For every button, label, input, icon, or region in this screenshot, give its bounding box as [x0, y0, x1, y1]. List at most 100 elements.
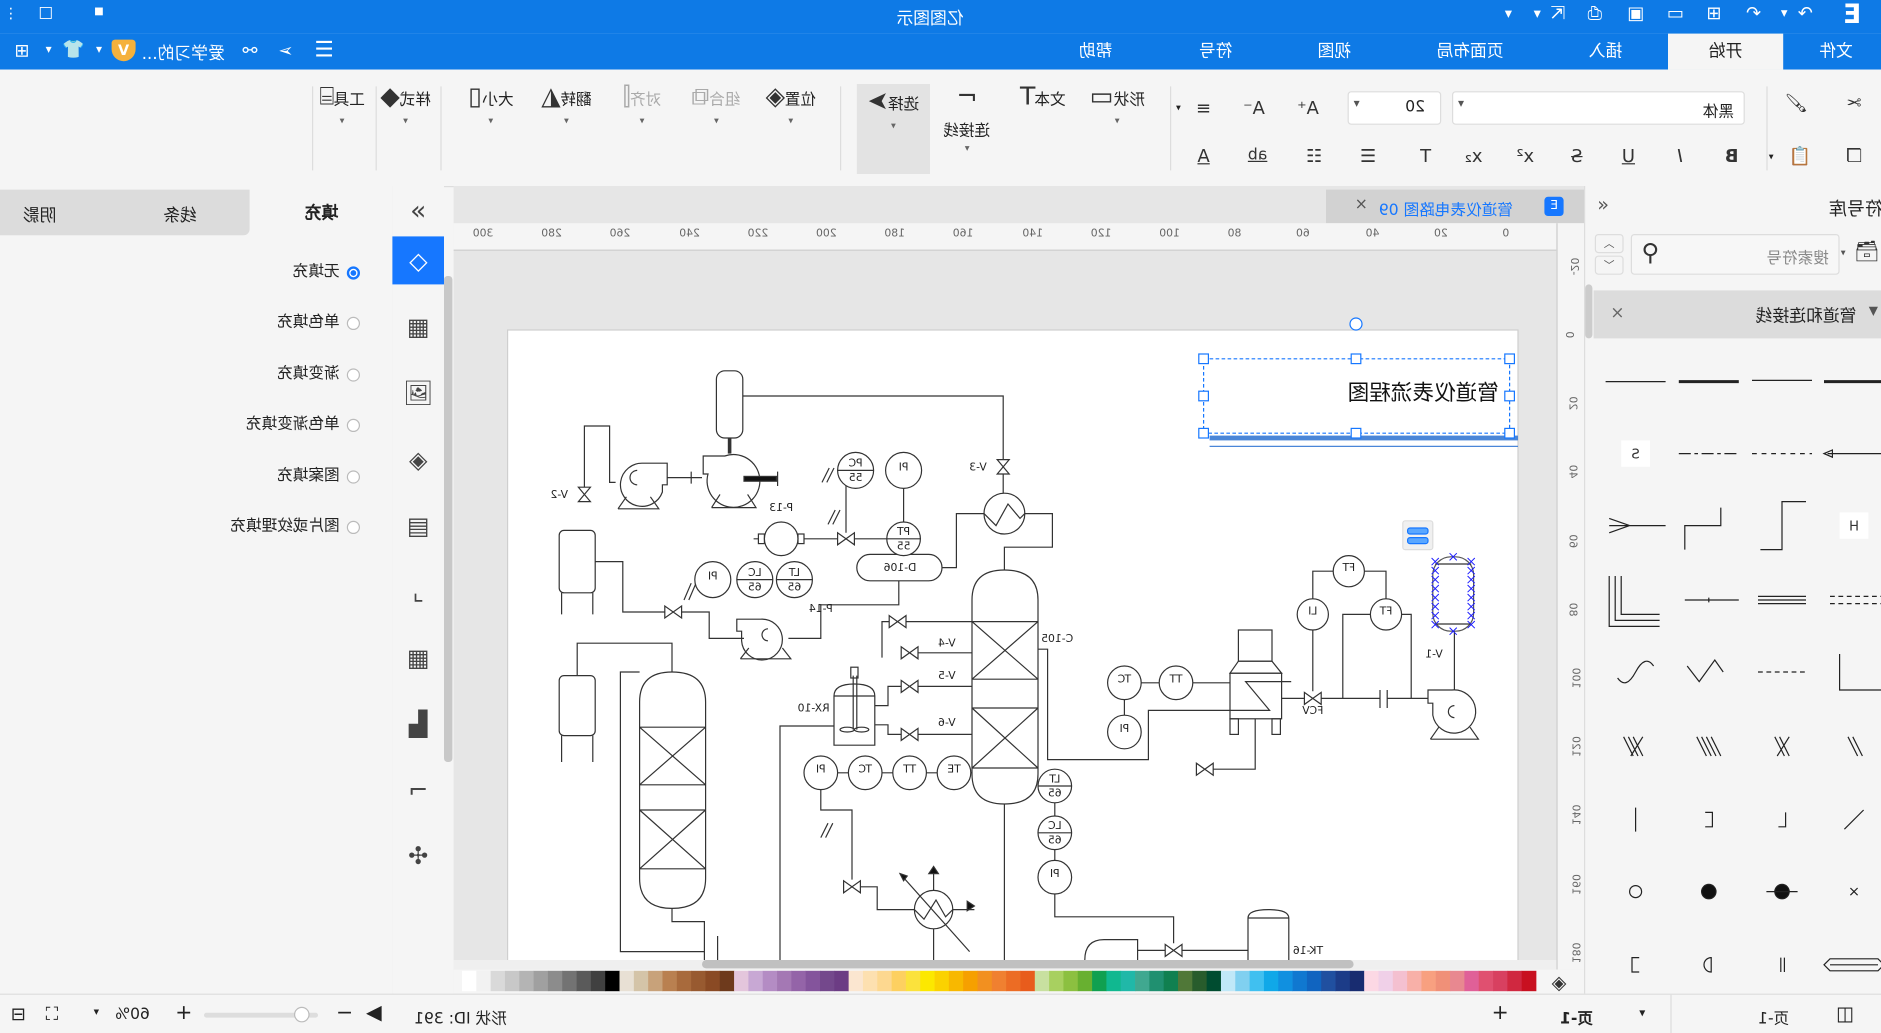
color-swatch[interactable] — [1464, 970, 1480, 992]
color-swatch[interactable] — [533, 970, 549, 992]
color-swatch[interactable] — [963, 970, 978, 992]
color-swatch[interactable] — [1421, 970, 1437, 992]
resize-handle[interactable] — [1350, 427, 1362, 439]
instrument-bubble[interactable]: LT 65 — [1037, 768, 1073, 804]
color-swatch[interactable] — [1020, 970, 1036, 992]
zoom-in-button[interactable]: + — [175, 1001, 192, 1025]
zoom-slider-handle[interactable] — [294, 1006, 310, 1023]
zoom-level[interactable]: 60% — [115, 1006, 150, 1024]
color-swatch[interactable] — [605, 970, 620, 992]
color-swatch[interactable] — [562, 970, 577, 992]
color-swatch[interactable] — [948, 970, 964, 992]
color-swatch[interactable] — [1235, 970, 1250, 992]
color-swatch[interactable] — [1192, 970, 1207, 992]
color-swatch[interactable] — [648, 970, 663, 992]
color-swatch[interactable] — [1507, 970, 1523, 992]
color-swatch[interactable] — [1063, 970, 1079, 992]
instrument-bubble[interactable]: PI — [803, 755, 839, 791]
color-swatch[interactable] — [490, 970, 506, 992]
color-swatch[interactable] — [691, 970, 706, 992]
search-icon[interactable]: ⚲ — [1642, 238, 1660, 267]
dropdown-icon[interactable]: ▾ — [1841, 247, 1846, 258]
resize-handle[interactable] — [1350, 353, 1362, 365]
color-swatch[interactable] — [1077, 970, 1093, 992]
color-swatch[interactable] — [590, 970, 606, 992]
color-swatch[interactable] — [891, 970, 907, 992]
instrument-bubble[interactable]: FT — [1369, 598, 1403, 631]
color-swatch[interactable] — [519, 970, 534, 992]
expand-panel-icon[interactable]: » — [1597, 193, 1609, 216]
color-swatch[interactable] — [905, 970, 921, 992]
scroll-down-button[interactable]: ﹀ — [1594, 255, 1624, 275]
color-swatch[interactable] — [1292, 970, 1308, 992]
instrument-bubble[interactable]: TT — [892, 755, 928, 791]
instrument-bubble[interactable]: FT — [1332, 555, 1366, 588]
fill-color-icon[interactable]: ◈ — [1552, 971, 1567, 994]
instrument-bubble[interactable]: PI — [1107, 714, 1142, 750]
color-swatch[interactable] — [791, 970, 807, 992]
color-swatch[interactable] — [1378, 970, 1394, 992]
color-swatch[interactable] — [1049, 970, 1064, 992]
library-manager-icon[interactable]: 🗃 — [1854, 240, 1880, 264]
color-swatch[interactable] — [977, 970, 993, 992]
zoom-dropdown-icon[interactable]: ▾ — [94, 1007, 99, 1019]
instrument-bubble[interactable]: PI — [1037, 859, 1073, 895]
color-swatch[interactable] — [1278, 970, 1293, 992]
page-tab[interactable]: 页-1 — [1560, 1006, 1593, 1028]
color-swatch[interactable] — [676, 970, 692, 992]
color-swatch[interactable] — [1450, 970, 1465, 992]
instrument-bubble[interactable]: PI — [694, 561, 732, 599]
color-swatch[interactable] — [1106, 970, 1122, 992]
color-swatch[interactable] — [462, 970, 477, 992]
color-swatch[interactable] — [1034, 970, 1050, 992]
color-swatch[interactable] — [1178, 970, 1193, 992]
color-swatch[interactable] — [1249, 970, 1265, 992]
color-swatch[interactable] — [1206, 970, 1222, 992]
library-scrollbar[interactable] — [1585, 284, 1593, 339]
color-swatch[interactable] — [1092, 970, 1107, 992]
scroll-up-button[interactable]: ︿ — [1594, 234, 1624, 254]
resize-handle[interactable] — [1198, 353, 1210, 365]
color-swatch[interactable] — [848, 970, 864, 992]
color-swatch[interactable] — [777, 970, 792, 992]
color-swatch[interactable] — [920, 970, 935, 992]
color-swatch[interactable] — [1263, 970, 1279, 992]
instrument-bubble[interactable]: LC65 — [736, 561, 774, 599]
color-swatch[interactable] — [1392, 970, 1408, 992]
page[interactable] — [507, 329, 1519, 1002]
color-swatch[interactable] — [719, 970, 735, 992]
color-swatch[interactable] — [1163, 970, 1179, 992]
color-swatch[interactable] — [619, 970, 635, 992]
color-swatch[interactable] — [1220, 970, 1236, 992]
color-swatch[interactable] — [547, 970, 563, 992]
color-swatch[interactable] — [1321, 970, 1336, 992]
color-swatch[interactable] — [805, 970, 821, 992]
instrument-bubble[interactable]: TC — [847, 755, 883, 791]
color-palette[interactable] — [462, 970, 1537, 992]
resize-handle[interactable] — [1504, 353, 1516, 365]
color-swatch[interactable] — [1478, 970, 1494, 992]
color-swatch[interactable] — [504, 970, 520, 992]
color-swatch[interactable] — [1407, 970, 1422, 992]
rotate-handle[interactable] — [1349, 317, 1363, 331]
color-swatch[interactable] — [576, 970, 592, 992]
resize-handle[interactable] — [1504, 427, 1516, 439]
instrument-bubble[interactable]: TT — [1158, 665, 1194, 701]
color-swatch[interactable] — [1521, 970, 1537, 992]
horizontal-scrollbar[interactable] — [702, 960, 1354, 969]
instrument-bubble[interactable]: LI — [1296, 598, 1330, 631]
diagram-title[interactable]: 管道仪表流程图 — [1348, 381, 1499, 406]
page-selector[interactable]: 页-1 — [1758, 1006, 1789, 1028]
color-swatch[interactable] — [877, 970, 892, 992]
color-swatch[interactable] — [820, 970, 835, 992]
fullscreen-icon[interactable]: ⛶ — [46, 1003, 59, 1025]
category-header[interactable]: × 管道和连接线 ▼ — [1593, 290, 1881, 339]
fit-page-icon[interactable]: ⊟ — [11, 1003, 26, 1025]
color-swatch[interactable] — [633, 970, 649, 992]
color-swatch[interactable] — [734, 970, 749, 992]
color-swatch[interactable] — [662, 970, 678, 992]
color-swatch[interactable] — [1149, 970, 1165, 992]
floating-menu-button[interactable] — [1402, 520, 1434, 551]
instrument-bubble[interactable]: PC55 — [837, 451, 875, 490]
zoom-out-button[interactable]: − — [336, 1001, 353, 1025]
